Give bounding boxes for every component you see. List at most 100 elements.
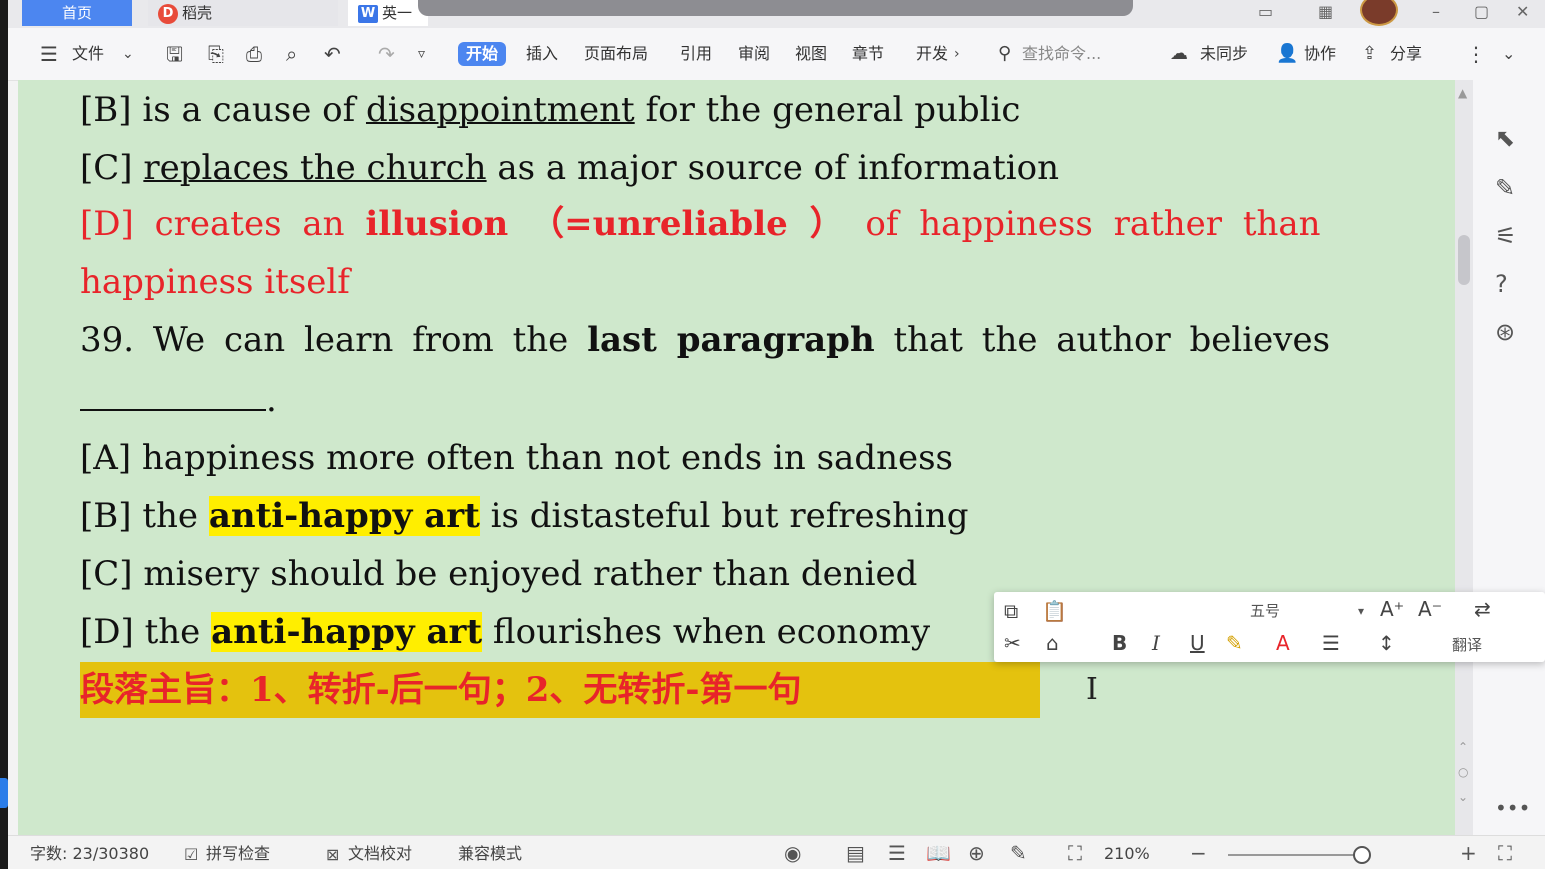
close-icon[interactable]: ✕ bbox=[1516, 2, 1529, 21]
tab-document[interactable]: W 英一 bbox=[348, 0, 428, 26]
reading-view-icon[interactable]: 📖 bbox=[926, 842, 951, 864]
share-button[interactable]: 分享 bbox=[1390, 42, 1422, 66]
fit-page-icon[interactable]: ⛶ bbox=[1068, 842, 1082, 864]
select-browse-icon[interactable]: ○ bbox=[1458, 765, 1468, 779]
zoom-level[interactable]: 210% bbox=[1104, 844, 1150, 864]
bold-icon[interactable]: B bbox=[1112, 630, 1127, 656]
doc-proofread[interactable]: 文档校对 bbox=[348, 844, 412, 864]
tab-chapter[interactable]: 章节 bbox=[852, 42, 884, 66]
location-icon[interactable]: ⊛ bbox=[1495, 318, 1515, 346]
next-page-icon[interactable]: ⌄ bbox=[1458, 790, 1468, 804]
tab-review[interactable]: 审阅 bbox=[738, 42, 770, 66]
pen-edit-icon[interactable]: ✎ bbox=[1495, 174, 1515, 202]
sync-status[interactable]: 未同步 bbox=[1200, 42, 1248, 66]
window-layout-icon[interactable]: ▭ bbox=[1258, 2, 1273, 21]
text-run: is distasteful but refreshing bbox=[479, 496, 969, 536]
highlighted-keyword: anti-happy art bbox=[211, 612, 483, 652]
fullscreen-icon[interactable]: ⛶ bbox=[1498, 842, 1512, 864]
outline-view-icon[interactable]: ☰ bbox=[888, 842, 906, 864]
tab-developer[interactable]: 开发 bbox=[916, 42, 948, 66]
paste-icon[interactable]: 📋 bbox=[1042, 598, 1067, 624]
zoom-slider-knob[interactable] bbox=[1353, 846, 1371, 864]
q39-option-c: [C] misery should be enjoyed rather than… bbox=[80, 554, 918, 594]
app-grid-icon[interactable]: ▦ bbox=[1318, 2, 1333, 21]
translate-button[interactable]: 翻译 bbox=[1452, 634, 1482, 656]
ribbon-toolbar: ☰ 文件 ⌄ 🖫 ⎘ ⎙ ⌕ ↶ ↷ ▿ 开始 插入 页面布局 引用 审阅 视图… bbox=[8, 28, 1545, 81]
avatar[interactable] bbox=[1360, 0, 1398, 26]
font-color-icon[interactable]: A bbox=[1276, 630, 1290, 656]
page-view-icon[interactable]: ▤ bbox=[846, 842, 865, 864]
q39-option-b: [B] the anti-happy art is distasteful bu… bbox=[80, 494, 969, 538]
paragraph-summary-note: 段落主旨：1、转折-后一句；2、无转折-第一句 bbox=[80, 662, 1040, 718]
font-size-dropdown-icon[interactable]: ▾ bbox=[1358, 600, 1364, 622]
font-size-select[interactable]: 五号 bbox=[1250, 600, 1280, 622]
underline-icon[interactable]: U bbox=[1190, 630, 1205, 656]
collaborate-icon[interactable]: 👤 bbox=[1276, 42, 1298, 66]
cut-icon[interactable]: ✂ bbox=[1004, 630, 1021, 656]
align-icon[interactable]: ☰ bbox=[1322, 630, 1340, 656]
more-options-icon[interactable]: ⋮ bbox=[1466, 42, 1486, 66]
document-canvas[interactable]: [B] is a cause of disappointment for the… bbox=[18, 80, 1455, 835]
more-tabs-icon[interactable]: › bbox=[954, 42, 960, 66]
tab-home[interactable]: 首页 bbox=[22, 0, 132, 26]
help-icon[interactable]: ? bbox=[1495, 270, 1508, 298]
copy-format-icon[interactable]: ⧉ bbox=[1004, 598, 1018, 624]
tab-references[interactable]: 引用 bbox=[680, 42, 712, 66]
share-icon[interactable]: ⇪ bbox=[1362, 42, 1377, 66]
grow-font-icon[interactable]: A⁺ bbox=[1380, 596, 1404, 622]
more-icon[interactable]: ••• bbox=[1495, 796, 1530, 820]
print-icon[interactable]: ⎙ bbox=[246, 42, 262, 66]
q39-option-d: [D] the anti-happy art flourishes when e… bbox=[80, 610, 930, 654]
option-b-line: [B] is a cause of disappointment for the… bbox=[80, 88, 1020, 132]
file-menu[interactable]: 文件 bbox=[72, 42, 104, 66]
zoom-slider-track[interactable] bbox=[1228, 854, 1368, 856]
prev-page-icon[interactable]: ⌃ bbox=[1458, 740, 1468, 754]
scroll-up-icon[interactable]: ▲ bbox=[1458, 86, 1467, 100]
format-painter-icon[interactable]: ⌂ bbox=[1046, 630, 1059, 656]
right-side-panel: ⬉ ✎ ⚟ ? ⊛ ••• bbox=[1473, 80, 1545, 835]
tab-insert[interactable]: 插入 bbox=[526, 42, 558, 66]
checkbox-icon[interactable]: ☑ bbox=[184, 844, 198, 866]
vertical-scrollbar[interactable]: ▲ ⌃ ○ ⌄ bbox=[1455, 80, 1473, 835]
undo-icon[interactable]: ↶ bbox=[324, 42, 341, 66]
minimize-icon[interactable]: – bbox=[1432, 2, 1440, 21]
collaborate-button[interactable]: 协作 bbox=[1304, 42, 1336, 66]
italic-icon[interactable]: I bbox=[1152, 630, 1160, 656]
proofread-icon[interactable]: ⊠ bbox=[326, 844, 339, 866]
save-icon[interactable]: 🖫 bbox=[166, 42, 183, 66]
shrink-font-icon[interactable]: A⁻ bbox=[1418, 596, 1442, 622]
adjust-sliders-icon[interactable]: ⚟ bbox=[1495, 222, 1517, 250]
underlined-text: disappointment bbox=[365, 90, 635, 130]
highlight-color-icon[interactable]: ✎ bbox=[1226, 630, 1243, 656]
tab-home-start[interactable]: 开始 bbox=[458, 42, 507, 66]
chevron-down-icon[interactable]: ⌄ bbox=[122, 42, 134, 66]
export-pdf-icon[interactable]: ⎘ bbox=[208, 42, 224, 66]
text-run: [B] is a cause of bbox=[80, 90, 366, 130]
redo-icon[interactable]: ↷ bbox=[378, 42, 395, 66]
spell-check[interactable]: 拼写检查 bbox=[206, 844, 270, 864]
zoom-out-icon[interactable]: − bbox=[1190, 842, 1207, 864]
scroll-thumb[interactable] bbox=[1458, 235, 1470, 285]
customize-toolbar-icon[interactable]: ▿ bbox=[418, 42, 425, 66]
line-spacing-icon[interactable]: ↕ bbox=[1378, 630, 1395, 656]
hamburger-menu-icon[interactable]: ☰ bbox=[40, 42, 58, 66]
command-search[interactable]: 查找命令... bbox=[1022, 42, 1101, 66]
print-preview-icon[interactable]: ⌕ bbox=[286, 42, 297, 66]
translate-icon[interactable]: ⇄ bbox=[1474, 596, 1491, 622]
writing-mode-icon[interactable]: ✎ bbox=[1010, 842, 1027, 864]
search-icon[interactable]: ⚲ bbox=[998, 42, 1011, 66]
eye-protection-icon[interactable]: ◉ bbox=[784, 842, 801, 864]
maximize-icon[interactable]: ▢ bbox=[1474, 2, 1489, 21]
tab-page-layout[interactable]: 页面布局 bbox=[584, 42, 648, 66]
web-view-icon[interactable]: ⊕ bbox=[968, 842, 985, 864]
option-c-line: [C] replaces the church as a major sourc… bbox=[80, 146, 1059, 190]
left-edge-accent bbox=[0, 778, 8, 808]
tab-view[interactable]: 视图 bbox=[795, 42, 827, 66]
cloud-sync-icon[interactable]: ☁ bbox=[1170, 42, 1188, 66]
tab-daoke[interactable]: D 稻壳 bbox=[148, 0, 338, 26]
select-pointer-icon[interactable]: ⬉ bbox=[1495, 124, 1515, 152]
text-run: [B] the bbox=[80, 496, 209, 536]
collapse-ribbon-icon[interactable]: ⌄ bbox=[1502, 42, 1515, 66]
word-count[interactable]: 字数: 23/30380 bbox=[30, 844, 149, 864]
zoom-in-icon[interactable]: + bbox=[1460, 842, 1477, 864]
